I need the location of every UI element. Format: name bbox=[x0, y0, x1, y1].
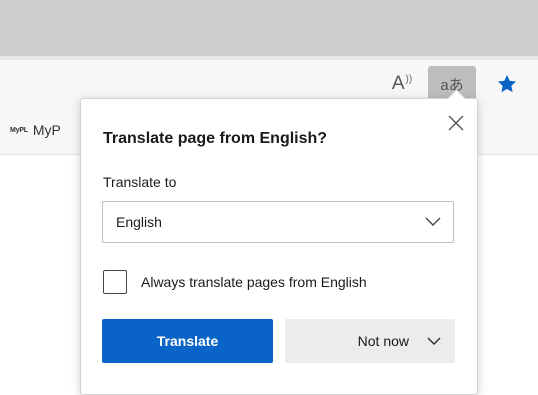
favorite-button[interactable] bbox=[488, 66, 526, 102]
language-select[interactable]: English bbox=[102, 201, 454, 243]
sound-wave-icon: )) bbox=[405, 73, 413, 85]
star-icon bbox=[498, 75, 516, 93]
close-icon bbox=[448, 115, 464, 131]
popup-title: Translate page from English? bbox=[103, 130, 328, 147]
not-now-button[interactable]: Not now bbox=[285, 319, 455, 363]
selected-language: English bbox=[116, 214, 162, 230]
favorite-site-logo: MyPL bbox=[10, 126, 28, 134]
chevron-down-icon bbox=[427, 336, 441, 345]
read-aloud-button[interactable]: A)) bbox=[382, 66, 422, 102]
read-aloud-icon: A bbox=[391, 73, 405, 94]
favorites-item-label: MyP bbox=[32, 122, 61, 138]
title-bar bbox=[0, 0, 538, 56]
close-button[interactable] bbox=[440, 108, 472, 138]
always-translate-row: Always translate pages from English bbox=[103, 270, 367, 294]
always-translate-label: Always translate pages from English bbox=[141, 274, 367, 290]
translate-icon: aあ bbox=[440, 76, 464, 94]
always-translate-checkbox[interactable] bbox=[103, 270, 127, 294]
favorites-bar-item[interactable]: MyPL MyP bbox=[10, 116, 61, 144]
translate-to-label: Translate to bbox=[103, 174, 177, 190]
not-now-label: Not now bbox=[357, 333, 409, 349]
translate-button[interactable]: Translate bbox=[102, 319, 273, 363]
chevron-down-icon bbox=[425, 217, 441, 226]
